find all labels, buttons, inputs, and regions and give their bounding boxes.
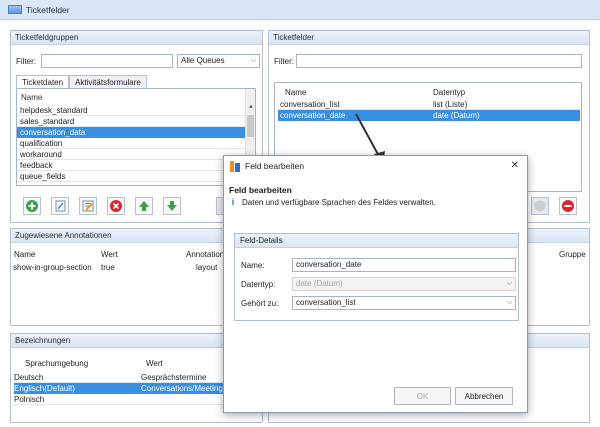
table-row[interactable]: conversation_list list (Liste) (278, 99, 580, 110)
labels-column-locale: Sprachumgebung (25, 359, 89, 368)
remove-icon (562, 200, 574, 212)
fields-filter-label: Filter: (274, 56, 294, 66)
list-item[interactable]: feedback (17, 160, 255, 171)
type-label: Datentyp: (241, 280, 276, 289)
fields-column-type: Datentyp (433, 88, 466, 97)
add-icon (26, 200, 38, 212)
annotations-column-annotation: Annotation (186, 250, 225, 259)
type-select-value: date (Datum) (296, 279, 343, 288)
list-item[interactable]: helpdesk_standard (17, 105, 255, 116)
label-locale: Deutsch (14, 373, 44, 382)
annotation-name: show-in-group-section (13, 263, 92, 272)
dialog-heading: Feld bearbeiten (229, 185, 292, 195)
queue-select-value: Alle Queues (181, 56, 225, 65)
ok-button[interactable]: OK (394, 387, 451, 405)
annotations-column-value: Wert (101, 250, 118, 259)
chevron-down-icon: ⌵ (250, 57, 256, 64)
disabled-circle-icon (534, 200, 546, 212)
annotation-type: layout (196, 263, 218, 272)
delete-group-button[interactable] (107, 197, 125, 215)
dialog-app-icon (230, 160, 240, 172)
list-item[interactable]: qualification (17, 138, 255, 149)
arrow-up-icon (139, 201, 149, 211)
name-label: Name: (241, 261, 265, 270)
edit-field-dialog: Feld bearbeiten ✕ Feld bearbeiten i Date… (223, 155, 528, 413)
label-value: Conversations/Meetings (141, 384, 227, 393)
groups-filter-row: Filter: Alle Queues ⌵ (16, 54, 260, 68)
field-details-header: Feld-Details (235, 234, 518, 248)
field-type: list (Liste) (433, 100, 468, 109)
move-up-button[interactable] (135, 197, 153, 215)
document-edit-icon (55, 200, 65, 212)
dialog-titlebar: Feld bearbeiten (224, 156, 527, 176)
window-title: Ticketfelder (26, 4, 70, 15)
edit-group-button[interactable] (51, 197, 69, 215)
belongs-label: Gehört zu: (241, 299, 279, 308)
name-field[interactable]: conversation_date (292, 258, 516, 272)
close-icon[interactable]: ✕ (511, 160, 519, 171)
labels-column-value: Wert (146, 359, 163, 368)
label-locale: Polnisch (14, 395, 45, 404)
list-edit-icon (82, 200, 94, 212)
groups-list-header: Name (21, 93, 43, 102)
groups-filter-input[interactable] (41, 54, 173, 68)
chevron-down-icon: ⌵ (506, 299, 512, 306)
chevron-down-icon: ⌵ (506, 280, 512, 287)
group-column: Gruppe (559, 250, 586, 259)
info-icon: i (231, 197, 235, 207)
list-item[interactable]: sales_standard (17, 116, 255, 127)
dialog-info: i Daten und verfügbare Sprachen des Feld… (229, 197, 436, 207)
arrow-down-icon (167, 201, 177, 211)
list-item[interactable]: conversation_data (17, 127, 255, 138)
list-item[interactable]: queue_fields (17, 171, 255, 182)
rename-group-button[interactable] (79, 197, 97, 215)
fields-filter-row: Filter: (274, 54, 582, 68)
tab-aktivitaetsformulare[interactable]: Aktivitätsformulare (69, 75, 147, 88)
annotation-value: true (101, 263, 115, 272)
groups-panel-header: Ticketfeldgruppen (11, 31, 262, 45)
delete-field-button[interactable] (559, 197, 577, 215)
add-group-button[interactable] (23, 197, 41, 215)
move-down-button[interactable] (163, 197, 181, 215)
dialog-title: Feld bearbeiten (245, 161, 305, 171)
scroll-thumb[interactable] (247, 115, 254, 137)
cancel-button[interactable]: Abbrechen (455, 387, 513, 405)
app-icon (8, 5, 22, 14)
type-select[interactable]: date (Datum) ⌵ (292, 277, 516, 291)
label-locale: Englisch(Default) (14, 384, 75, 393)
fields-column-name: Name (285, 88, 307, 97)
field-type: date (Datum) (433, 111, 480, 120)
groups-list[interactable]: Name helpdesk_standard sales_standard co… (16, 88, 256, 186)
list-item[interactable]: workaround (17, 149, 255, 160)
fields-filter-input[interactable] (296, 54, 582, 68)
field-name: conversation_list (280, 100, 340, 109)
belongs-select[interactable]: conversation_list ⌵ (292, 296, 516, 310)
table-row[interactable]: conversation_date date (Datum) (278, 110, 580, 121)
dialog-info-text: Daten und verfügbare Sprachen des Feldes… (242, 197, 436, 207)
field-details-group: Feld-Details Name: conversation_date Dat… (234, 233, 519, 321)
queue-select[interactable]: Alle Queues ⌵ (177, 54, 260, 68)
window-titlebar: Ticketfelder (0, 0, 600, 20)
annotations-column-name: Name (14, 250, 36, 259)
label-value: Gesprächstermine (141, 373, 207, 382)
groups-tabs: Ticketdaten Aktivitätsformulare (16, 75, 147, 88)
groups-filter-label: Filter: (16, 56, 36, 66)
scroll-up-icon[interactable]: ▴ (247, 103, 255, 111)
fields-panel-header: Ticketfelder (269, 31, 589, 45)
delete-icon (110, 200, 122, 212)
belongs-select-value: conversation_list (296, 298, 356, 307)
tab-ticketdaten[interactable]: Ticketdaten (16, 75, 70, 88)
field-name: conversation_date (280, 111, 346, 120)
field-extra-button[interactable] (531, 197, 549, 215)
